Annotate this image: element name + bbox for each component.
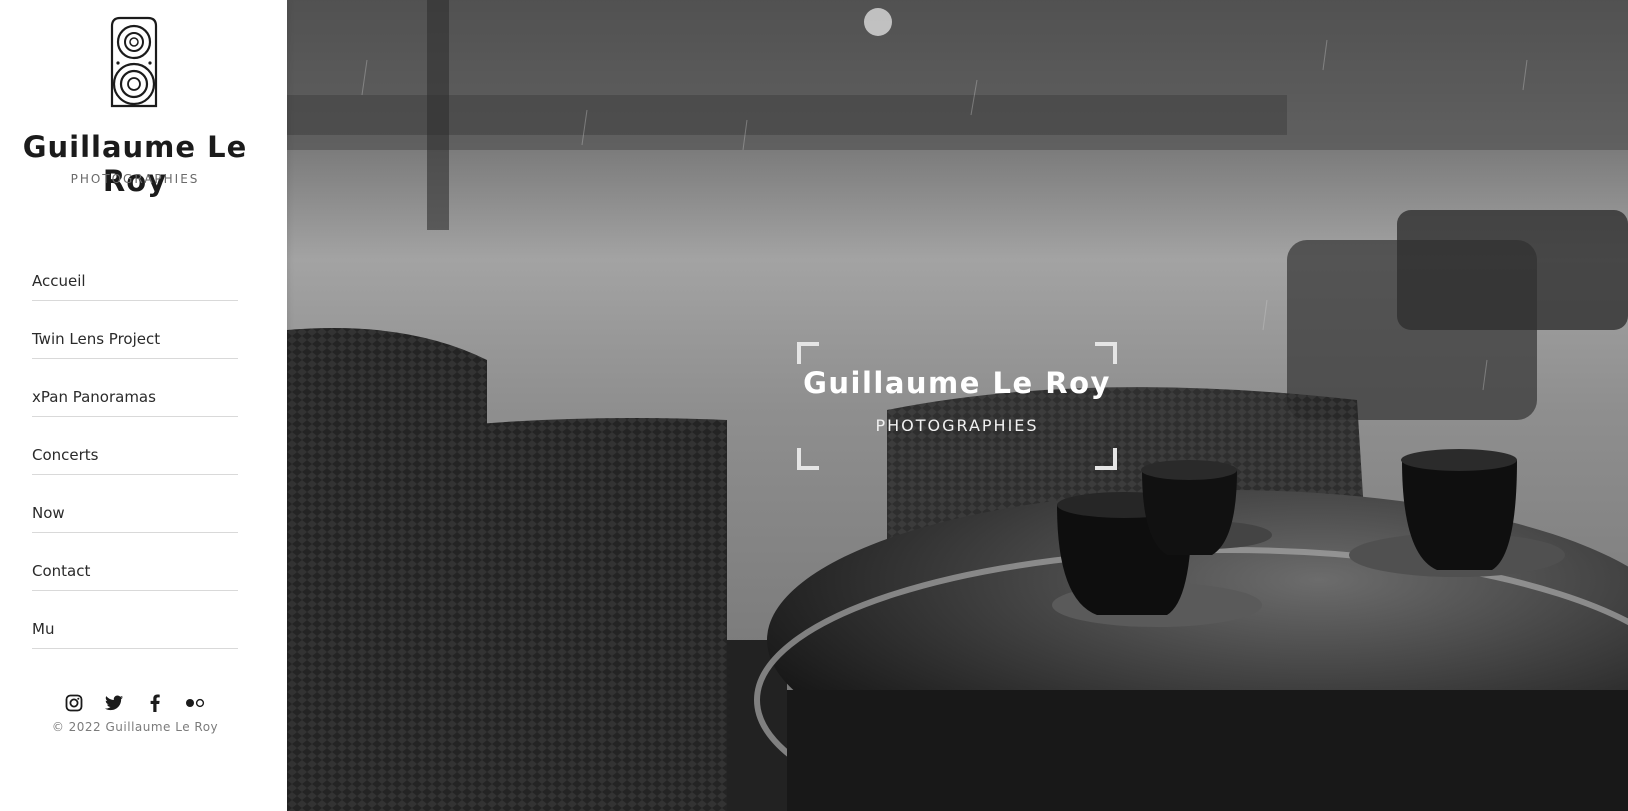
- nav-item-label: Accueil: [32, 272, 86, 290]
- sidebar: Guillaume Le Roy PHOTOGRAPHIES Accueil T…: [0, 0, 287, 811]
- frame-corner: [1095, 448, 1117, 470]
- nav-item-label: Twin Lens Project: [32, 330, 161, 348]
- facebook-icon[interactable]: [143, 692, 167, 714]
- hero-title-frame: Guillaume Le Roy PHOTOGRAPHIES: [797, 342, 1117, 470]
- flickr-icon[interactable]: [183, 692, 207, 714]
- nav-item-contact[interactable]: Contact: [32, 552, 238, 591]
- twin-lens-camera-icon[interactable]: [104, 16, 164, 112]
- instagram-icon[interactable]: [62, 692, 86, 714]
- nav-item-twin-lens-project[interactable]: Twin Lens Project: [32, 320, 238, 359]
- site-title[interactable]: Guillaume Le Roy: [0, 130, 270, 198]
- nav-item-accueil[interactable]: Accueil: [32, 262, 238, 301]
- nav-item-label: Contact: [32, 562, 91, 580]
- nav-item-label: xPan Panoramas: [32, 388, 156, 406]
- frame-corner: [1095, 342, 1117, 364]
- nav-item-label: Now: [32, 504, 65, 522]
- site-subtitle: PHOTOGRAPHIES: [70, 172, 200, 186]
- nav-item-xpan-panoramas[interactable]: xPan Panoramas: [32, 378, 238, 417]
- page: Guillaume Le Roy PHOTOGRAPHIES Accueil T…: [0, 0, 1628, 811]
- frame-corner: [797, 342, 819, 364]
- main-nav: Accueil Twin Lens Project xPan Panoramas…: [32, 262, 238, 668]
- hero-title: Guillaume Le Roy: [803, 366, 1111, 400]
- nav-item-concerts[interactable]: Concerts: [32, 436, 238, 475]
- hero-photo: Guillaume Le Roy PHOTOGRAPHIES: [287, 0, 1628, 811]
- nav-item-label: Concerts: [32, 446, 99, 464]
- social-links: [62, 692, 207, 714]
- hero-subtitle: PHOTOGRAPHIES: [875, 416, 1039, 435]
- nav-item-label: Mu: [32, 620, 55, 638]
- twitter-icon[interactable]: [102, 692, 126, 714]
- nav-item-mu[interactable]: Mu: [32, 610, 238, 649]
- copyright: © 2022 Guillaume Le Roy: [51, 720, 219, 734]
- nav-item-now[interactable]: Now: [32, 494, 238, 533]
- frame-corner: [797, 448, 819, 470]
